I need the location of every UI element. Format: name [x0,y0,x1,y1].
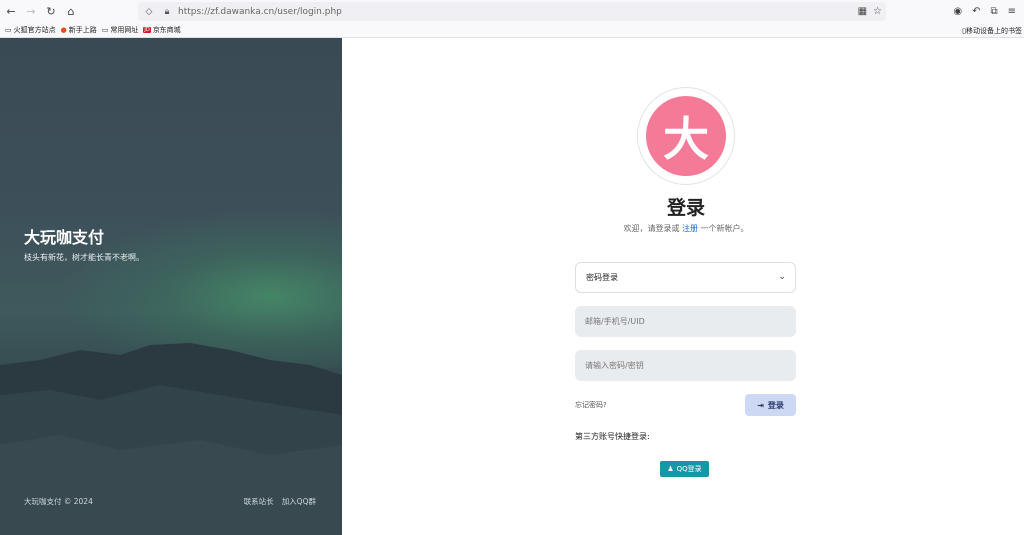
bookmark-item[interactable]: JD 京东商城 [143,25,181,35]
bookmark-label: 火狐官方站点 [13,26,56,34]
bookmark-item[interactable]: ● 新手上路 [61,25,97,35]
bookmark-item[interactable]: ▭ 火狐官方站点 [5,25,56,35]
menu-icon[interactable]: ≡ [1008,6,1016,17]
login-method-value: 密码登录 [586,273,618,282]
folder-icon: ▭ [5,26,12,34]
home-icon[interactable]: ⌂ [62,3,80,21]
mobile-bookmarks[interactable]: ▯ 移动设备上的书签 [962,23,1022,38]
browser-toolbar: ← → ↻ ⌂ ◇ 🔒︎ https://zf.dawanka.cn/user/… [0,0,1024,23]
mobile-bookmarks-label: 移动设备上的书签 [966,26,1022,35]
shield-icon[interactable]: ◇ [142,7,156,17]
join-qq-group-link[interactable]: 加入QQ群 [282,496,316,507]
jd-icon: JD [143,27,151,33]
hero-subtitle: 枝头有新花，树才能长青不老啊。 [24,253,144,262]
bookmark-label: 常用网址 [110,26,139,34]
chevron-down-icon: ⌄ [778,272,786,282]
forward-icon[interactable]: → [22,3,40,21]
back-icon[interactable]: ← [2,3,20,21]
reload-icon[interactable]: ↻ [42,3,60,21]
qq-icon: ♟ [667,465,674,473]
contact-admin-link[interactable]: 联系站长 [244,496,274,507]
login-button[interactable]: ⇥ 登录 [745,394,796,416]
logo-ring: 大 [637,87,735,185]
qr-code-icon[interactable]: ▦ [858,6,867,17]
bookmark-item[interactable]: ▭ 常用网址 [102,25,139,35]
copyright: 大玩咖支付 © 2024 [24,497,93,506]
third-party-label: 第三方账号快捷登录: [575,432,650,441]
register-link[interactable]: 注册 [682,224,698,233]
login-method-select[interactable]: 密码登录 ⌄ [575,262,796,293]
folder-icon: ▭ [101,26,109,34]
login-button-label: 登录 [767,400,784,410]
bookmarks-bar: ▭ 火狐官方站点 ● 新手上路 ▭ 常用网址 JD 京东商城 ▯ 移动设备上的书… [0,23,1024,38]
account-input[interactable] [575,306,796,337]
forgot-password-link[interactable]: 忘记密码? [575,400,607,410]
share-icon[interactable]: ↶ [972,6,980,17]
qq-login-label: QQ登录 [676,465,702,473]
extensions-icon[interactable]: ⧉ [990,6,997,17]
sign-in-icon: ⇥ [757,400,764,410]
url-text[interactable]: https://zf.dawanka.cn/user/login.php [178,7,342,17]
hero-title: 大玩咖支付 [24,228,105,247]
lock-icon[interactable]: 🔒︎ [160,7,174,17]
password-input[interactable] [575,350,796,381]
welcome-before: 欢迎，请登录或 [623,224,680,233]
hero-panel: 大玩咖支付 枝头有新花，树才能长青不老啊。 大玩咖支付 © 2024 联系站长 … [0,38,342,535]
bookmark-label: 新手上路 [68,26,97,34]
firefox-icon: ● [60,26,67,34]
star-icon[interactable]: ☆ [873,6,882,17]
page-title: 登录 [666,197,705,219]
account-icon[interactable]: ◉ [953,6,962,17]
qq-login-button[interactable]: ♟ QQ登录 [660,461,709,477]
welcome-after: 一个新帐户。 [700,224,749,233]
address-bar[interactable]: ◇ 🔒︎ https://zf.dawanka.cn/user/login.ph… [138,2,886,21]
site-logo: 大 [646,96,726,176]
bookmark-label: 京东商城 [152,26,181,34]
welcome-text: 欢迎，请登录或 注册 一个新帐户。 [560,223,812,234]
